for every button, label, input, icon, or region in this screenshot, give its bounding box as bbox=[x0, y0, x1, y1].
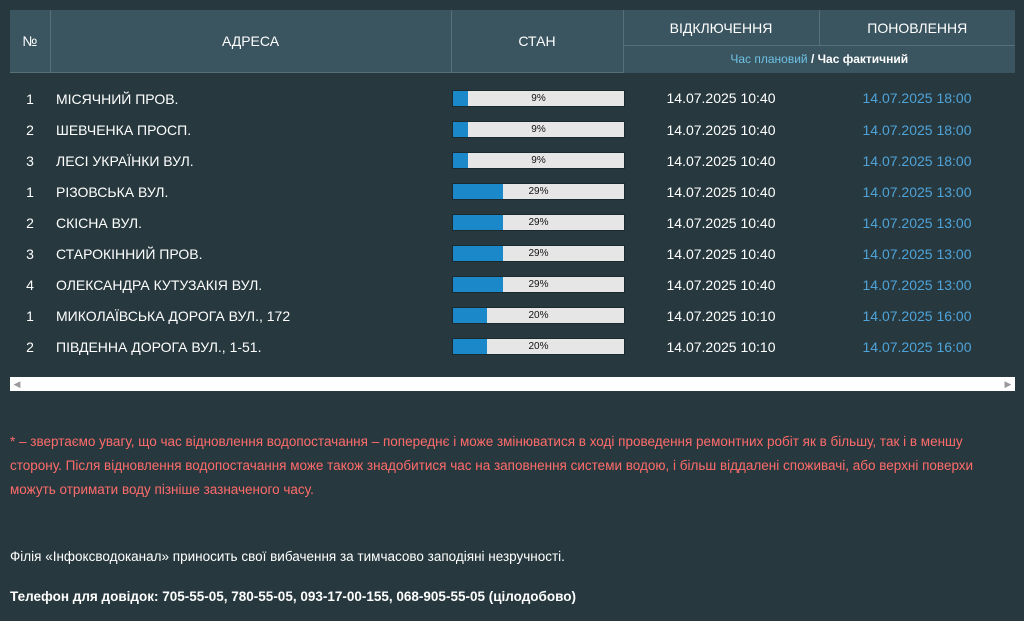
table-header: № АДРЕСА СТАН ВІДКЛЮЧЕННЯ ПОНОВЛЕННЯ Час… bbox=[10, 10, 1015, 73]
progress-label: 20% bbox=[528, 310, 549, 321]
header-number: № bbox=[10, 10, 51, 73]
hotline-phones: Телефон для довідок: 705-55-05, 780-55-0… bbox=[10, 589, 576, 604]
row-address: ПІВДЕННА ДОРОГА ВУЛ., 1-51. bbox=[56, 338, 262, 355]
header-address: АДРЕСА bbox=[49, 10, 452, 73]
table-row: 2 ШЕВЧЕНКА ПРОСП. 9% 14.07.2025 10:40 14.07.… bbox=[10, 114, 1015, 145]
progress-label: 9% bbox=[531, 93, 546, 104]
row-off-time: 14.07.2025 10:10 bbox=[666, 307, 776, 324]
row-address: СТАРОКІННИЙ ПРОВ. bbox=[56, 245, 203, 262]
table-body: 1 МІСЯЧНИЙ ПРОВ. 9% 14.07.2025 10:40 14.07.2… bbox=[10, 73, 1015, 363]
row-state: 9% bbox=[451, 145, 625, 176]
row-off-time: 14.07.2025 10:40 bbox=[666, 276, 776, 293]
progress-bar: 29% bbox=[452, 276, 625, 293]
apology-text: Філія «Інфоксводоканал» приносить свої в… bbox=[10, 549, 565, 564]
row-update-time: 14.07.2025 16:00 bbox=[862, 307, 972, 324]
row-address: МІСЯЧНИЙ ПРОВ. bbox=[56, 90, 179, 107]
row-number: 2 bbox=[26, 338, 34, 355]
row-update-time: 14.07.2025 13:00 bbox=[862, 214, 972, 231]
row-update-time: 14.07.2025 18:00 bbox=[862, 152, 972, 169]
row-update-time: 14.07.2025 13:00 bbox=[862, 245, 972, 262]
table-row: 1 РІЗОВСЬКА ВУЛ. 29% 14.07.2025 10:40 14.07.… bbox=[10, 176, 1015, 207]
table-row: 2 СКІСНА ВУЛ. 29% 14.07.2025 10:40 14.07.202… bbox=[10, 207, 1015, 238]
row-update-time: 14.07.2025 13:00 bbox=[862, 276, 972, 293]
progress-bar: 9% bbox=[452, 152, 625, 169]
table-row: 4 ОЛЕКСАНДРА КУТУЗАКІЯ ВУЛ. 29% 14.07.2025 … bbox=[10, 269, 1015, 300]
row-state: 9% bbox=[451, 73, 625, 115]
restoration-notice: * – звертаємо увагу, що час відновлення … bbox=[10, 434, 974, 497]
progress-label: 29% bbox=[528, 217, 549, 228]
row-update-time: 14.07.2025 16:00 bbox=[862, 338, 972, 355]
scroll-left-icon[interactable]: ◀ bbox=[10, 377, 24, 391]
progress-label: 29% bbox=[528, 186, 549, 197]
progress-label: 9% bbox=[531, 124, 546, 135]
horizontal-scrollbar[interactable]: ◀ ▶ bbox=[10, 377, 1015, 391]
progress-label: 9% bbox=[531, 155, 546, 166]
row-off-time: 14.07.2025 10:40 bbox=[666, 90, 776, 107]
row-update-time: 14.07.2025 13:00 bbox=[862, 183, 972, 200]
row-state: 9% bbox=[451, 114, 625, 145]
outages-table-wrapper: № АДРЕСА СТАН ВІДКЛЮЧЕННЯ ПОНОВЛЕННЯ Час… bbox=[10, 10, 1015, 362]
time-planned-label: Час плановий bbox=[730, 52, 808, 67]
progress-label: 29% bbox=[528, 248, 549, 259]
row-number: 3 bbox=[26, 152, 34, 169]
table-row: 1 МІСЯЧНИЙ ПРОВ. 9% 14.07.2025 10:40 14.07.2… bbox=[10, 73, 1015, 115]
header-time-legend: Час плановий / Час фактичний bbox=[622, 45, 1015, 73]
row-number: 2 bbox=[26, 214, 34, 231]
row-number: 3 bbox=[26, 245, 34, 262]
row-state: 29% bbox=[451, 269, 625, 300]
row-off-time: 14.07.2025 10:10 bbox=[666, 338, 776, 355]
row-address: СКІСНА ВУЛ. bbox=[56, 214, 142, 231]
row-address: ЛЕСІ УКРАЇНКИ ВУЛ. bbox=[56, 152, 194, 169]
table-row: 2 ПІВДЕННА ДОРОГА ВУЛ., 1-51. 20% 14.07.202… bbox=[10, 331, 1015, 362]
progress-label: 20% bbox=[528, 341, 549, 352]
row-number: 1 bbox=[26, 183, 34, 200]
progress-bar: 29% bbox=[452, 183, 625, 200]
header-update: ПОНОВЛЕННЯ bbox=[818, 10, 1015, 47]
row-address: ОЛЕКСАНДРА КУТУЗАКІЯ ВУЛ. bbox=[56, 276, 263, 293]
row-update-time: 14.07.2025 18:00 bbox=[862, 90, 972, 107]
row-number: 4 bbox=[26, 276, 34, 293]
row-state: 29% bbox=[451, 238, 625, 269]
table-row: 3 СТАРОКІННИЙ ПРОВ. 29% 14.07.2025 10:40 14.… bbox=[10, 238, 1015, 269]
row-state: 29% bbox=[451, 207, 625, 238]
row-off-time: 14.07.2025 10:40 bbox=[666, 152, 776, 169]
header-state: СТАН bbox=[450, 10, 624, 73]
header-off: ВІДКЛЮЧЕННЯ bbox=[622, 10, 820, 47]
row-address: РІЗОВСЬКА ВУЛ. bbox=[56, 183, 169, 200]
row-state: 20% bbox=[451, 300, 625, 331]
progress-bar: 20% bbox=[452, 338, 625, 355]
progress-bar: 9% bbox=[452, 90, 625, 107]
scroll-right-icon[interactable]: ▶ bbox=[1001, 377, 1015, 391]
row-number: 1 bbox=[26, 307, 34, 324]
table-row: 1 МИКОЛАЇВСЬКА ДОРОГА ВУЛ., 172 20% 14.07.2… bbox=[10, 300, 1015, 331]
time-actual-label: Час фактичний bbox=[817, 52, 909, 67]
row-off-time: 14.07.2025 10:40 bbox=[666, 183, 776, 200]
row-address: МИКОЛАЇВСЬКА ДОРОГА ВУЛ., 172 bbox=[56, 307, 291, 324]
row-state: 20% bbox=[451, 331, 625, 362]
progress-bar: 20% bbox=[452, 307, 625, 324]
time-separator: / bbox=[807, 52, 818, 67]
progress-bar: 29% bbox=[452, 245, 625, 262]
row-update-time: 14.07.2025 18:00 bbox=[862, 121, 972, 138]
row-address: ШЕВЧЕНКА ПРОСП. bbox=[56, 121, 192, 138]
row-state: 29% bbox=[451, 176, 625, 207]
table-row: 3 ЛЕСІ УКРАЇНКИ ВУЛ. 9% 14.07.2025 10:40 14.… bbox=[10, 145, 1015, 176]
progress-bar: 9% bbox=[452, 121, 625, 138]
progress-label: 29% bbox=[528, 279, 549, 290]
row-off-time: 14.07.2025 10:40 bbox=[666, 214, 776, 231]
outages-table: № АДРЕСА СТАН ВІДКЛЮЧЕННЯ ПОНОВЛЕННЯ Час… bbox=[10, 10, 1015, 362]
row-number: 2 bbox=[26, 121, 34, 138]
row-off-time: 14.07.2025 10:40 bbox=[666, 245, 776, 262]
row-off-time: 14.07.2025 10:40 bbox=[666, 121, 776, 138]
row-number: 1 bbox=[26, 90, 34, 107]
progress-bar: 29% bbox=[452, 214, 625, 231]
